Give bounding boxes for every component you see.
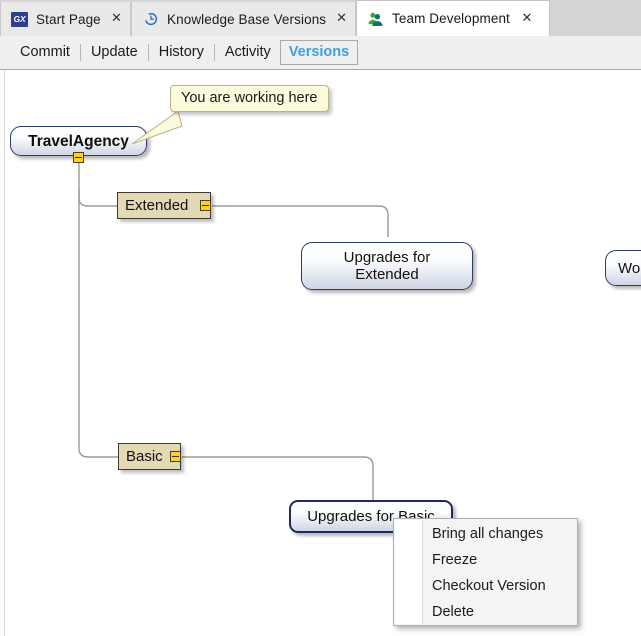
tab-team-development[interactable]: Team Development ✕	[356, 0, 550, 36]
canvas-left-rule	[4, 70, 5, 636]
node-label: TravelAgency	[28, 132, 129, 150]
tab-label: Start Page	[36, 11, 101, 27]
expander-travel-agency[interactable]	[73, 152, 84, 163]
tab-close-icon[interactable]: ✕	[520, 11, 534, 26]
context-menu-item-freeze[interactable]: Freeze	[394, 547, 577, 573]
working-here-callout: You are working here	[170, 85, 329, 112]
tab-close-icon[interactable]: ✕	[111, 12, 122, 26]
expander-basic[interactable]	[170, 451, 181, 462]
tab-start-page[interactable]: GX Start Page ✕	[0, 1, 131, 36]
versions-toolbar: Commit Update History Activity Versions	[0, 36, 641, 70]
toolbar-item-history[interactable]: History	[150, 40, 213, 65]
callout-text: You are working here	[181, 90, 318, 106]
node-label: Wo	[618, 259, 641, 277]
gx-logo-icon: GX	[11, 11, 28, 28]
tab-label: Team Development	[392, 11, 510, 26]
node-working-copy-clipped[interactable]: Wo	[605, 250, 641, 286]
node-upgrades-for-extended[interactable]: Upgrades for Extended	[301, 242, 473, 290]
toolbar-item-versions[interactable]: Versions	[279, 40, 359, 65]
node-label: Upgrades for Extended	[343, 249, 431, 283]
toolbar-item-commit[interactable]: Commit	[11, 40, 79, 65]
tab-bar: GX Start Page ✕ Knowledge Base Versions …	[0, 0, 641, 36]
team-people-icon	[367, 10, 384, 27]
toolbar-item-update[interactable]: Update	[82, 40, 147, 65]
context-menu-item-delete[interactable]: Delete	[394, 599, 577, 625]
tab-label: Knowledge Base Versions	[167, 11, 327, 27]
toolbar-separator	[213, 44, 215, 61]
node-label: Basic	[126, 448, 163, 465]
expander-extended[interactable]	[200, 200, 211, 211]
toolbar-separator	[79, 44, 81, 61]
node-label: Extended	[125, 197, 189, 214]
tab-close-icon[interactable]: ✕	[336, 12, 347, 26]
version-context-menu[interactable]: Bring all changes Freeze Checkout Versio…	[393, 518, 578, 626]
toolbar-separator	[147, 44, 149, 61]
tab-knowledge-base-versions[interactable]: Knowledge Base Versions ✕	[131, 1, 356, 36]
history-revert-icon	[142, 11, 159, 28]
toolbar-item-activity[interactable]: Activity	[216, 40, 280, 65]
node-extended[interactable]: Extended	[117, 192, 211, 219]
context-menu-item-bring-all-changes[interactable]: Bring all changes	[394, 521, 577, 547]
context-menu-item-checkout-version[interactable]: Checkout Version	[394, 573, 577, 599]
